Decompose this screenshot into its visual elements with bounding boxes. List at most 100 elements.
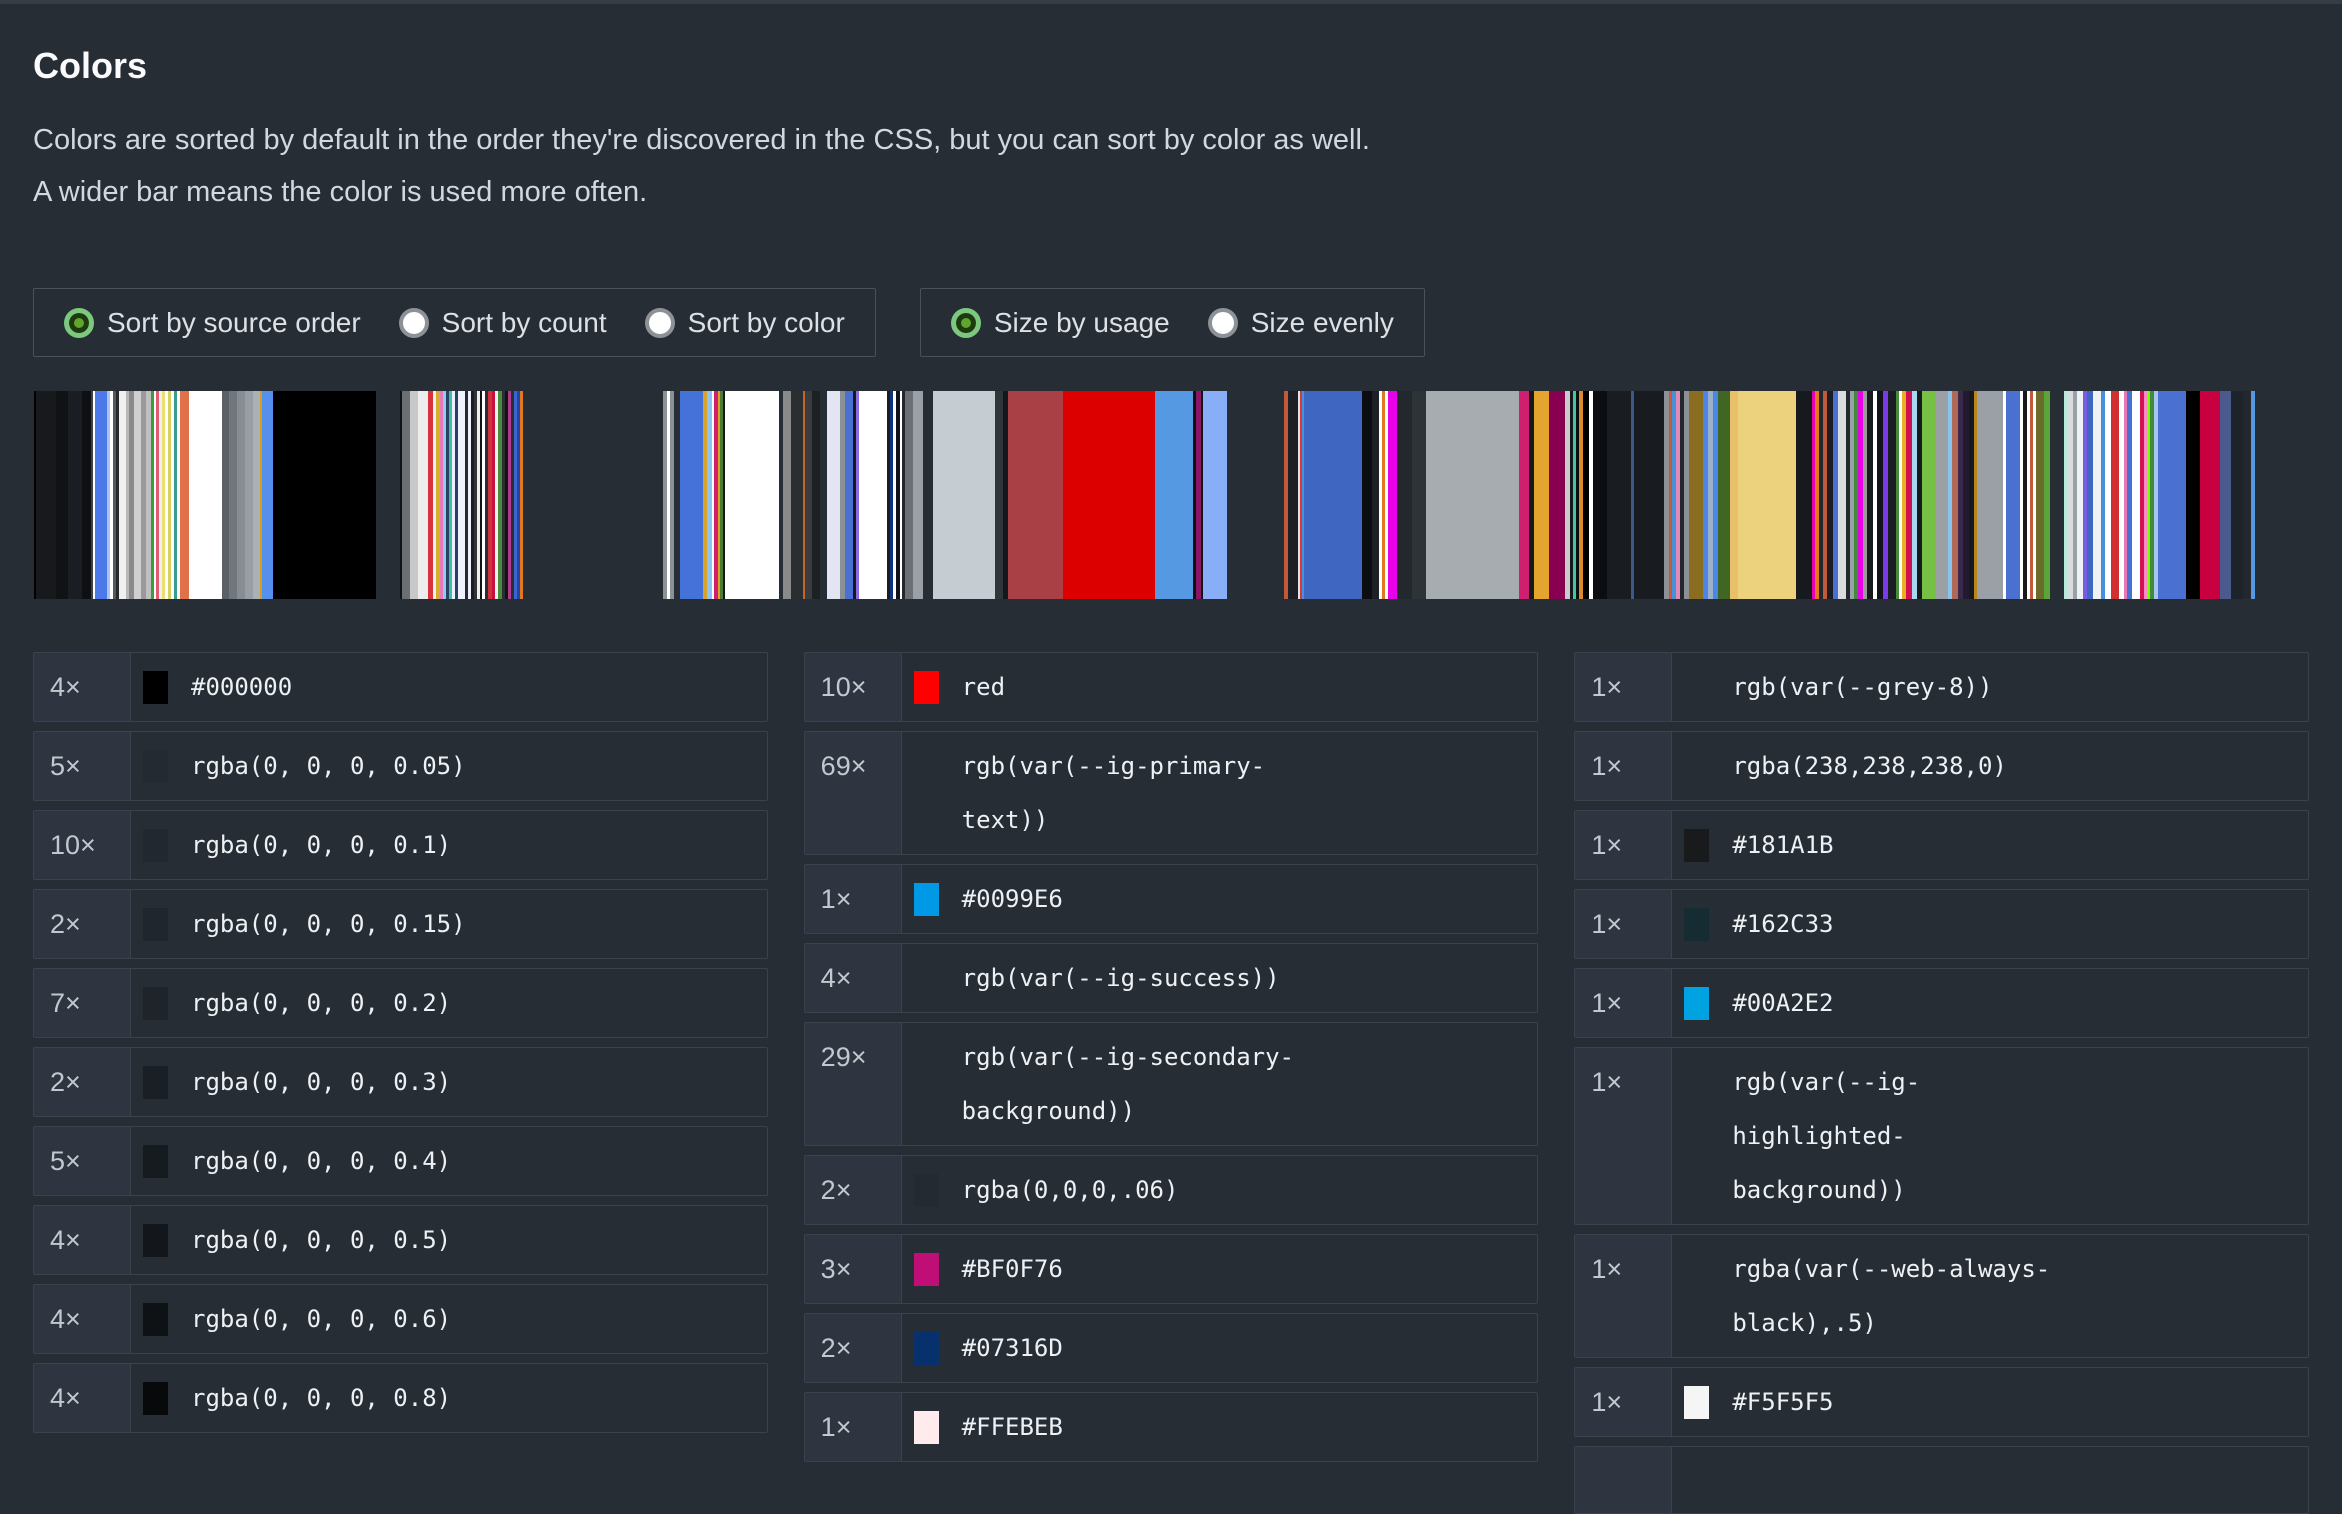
strip-segment[interactable] (2231, 391, 2243, 599)
color-row: 2×#07316D (804, 1313, 1539, 1383)
strip-segment[interactable] (1203, 391, 1227, 599)
radio-size-evenly[interactable]: Size evenly (1208, 307, 1394, 339)
strip-segment[interactable] (189, 391, 222, 599)
strip-segment[interactable] (245, 391, 253, 599)
strip-segment[interactable] (253, 391, 260, 599)
strip-segment[interactable] (2093, 391, 2101, 599)
usage-count: 2× (34, 890, 131, 958)
strip-segment[interactable] (1936, 391, 1948, 599)
strip-segment[interactable] (1304, 391, 1362, 599)
color-value-cell: rgba(238,238,238,0) (1672, 732, 2308, 800)
color-swatch (914, 1253, 939, 1286)
strip-segment[interactable] (1718, 391, 1730, 599)
strip-segment[interactable] (783, 391, 791, 599)
color-swatch (1684, 1386, 1709, 1419)
color-swatch (143, 750, 168, 783)
strip-segment[interactable] (905, 391, 913, 599)
strip-segment[interactable] (229, 391, 237, 599)
strip-segment[interactable] (237, 391, 245, 599)
strip-segment[interactable] (36, 391, 56, 599)
color-swatch (1684, 1253, 1709, 1286)
radio-sort-by-count[interactable]: Sort by count (399, 307, 607, 339)
strip-segment[interactable] (2220, 391, 2231, 599)
radio-label: Sort by color (688, 307, 845, 339)
radio-size-by-usage[interactable]: Size by usage (951, 307, 1170, 339)
strip-segment[interactable] (1534, 391, 1549, 599)
strip-segment[interactable] (1730, 391, 1738, 599)
strip-segment[interactable] (2006, 391, 2020, 599)
strip-segment[interactable] (1063, 391, 1155, 599)
strip-segment[interactable] (2186, 391, 2200, 599)
strip-segment[interactable] (2200, 391, 2220, 599)
strip-segment[interactable] (1362, 391, 1372, 599)
radio-unselected-icon[interactable] (645, 308, 675, 338)
strip-segment[interactable] (1519, 391, 1529, 599)
strip-segment[interactable] (1288, 391, 1298, 599)
color-row: 4×#000000 (33, 652, 768, 722)
strip-segment[interactable] (805, 391, 812, 599)
strip-segment[interactable] (56, 391, 68, 599)
strip-segment[interactable] (68, 391, 82, 599)
usage-count: 1× (1575, 1235, 1672, 1357)
strip-segment[interactable] (2132, 391, 2140, 599)
strip-segment[interactable] (1922, 391, 1936, 599)
radio-selected-icon[interactable] (951, 308, 981, 338)
strip-segment[interactable] (180, 391, 189, 599)
strip-segment[interactable] (1008, 391, 1063, 599)
color-value: rgba(0, 0, 0, 0.5) (191, 1213, 451, 1267)
radio-unselected-icon[interactable] (399, 308, 429, 338)
strip-segment[interactable] (1372, 391, 1379, 599)
color-swatch (143, 671, 168, 704)
strip-segment[interactable] (1738, 391, 1796, 599)
color-value-cell: #F5F5F5 (1672, 1368, 2308, 1436)
strip-segment[interactable] (2036, 391, 2044, 599)
strip-segment[interactable] (2158, 391, 2186, 599)
strip-segment[interactable] (1634, 391, 1664, 599)
strip-segment[interactable] (82, 391, 91, 599)
strip-segment[interactable] (1838, 391, 1846, 599)
strip-segment[interactable] (458, 391, 465, 599)
strip-segment[interactable] (2243, 391, 2251, 599)
strip-segment[interactable] (418, 391, 428, 599)
radio-sort-by-source-order[interactable]: Sort by source order (64, 307, 361, 339)
strip-segment[interactable] (1388, 391, 1397, 599)
color-value-cell: #0099E6 (902, 865, 1538, 933)
color-value-cell: rgb(var(--ig-success)) (902, 944, 1538, 1012)
radio-sort-by-color[interactable]: Sort by color (645, 307, 845, 339)
strip-segment[interactable] (827, 391, 840, 599)
strip-segment[interactable] (680, 391, 703, 599)
strip-segment[interactable] (1412, 391, 1426, 599)
strip-segment[interactable] (410, 391, 418, 599)
strip-segment[interactable] (1426, 391, 1519, 599)
strip-segment[interactable] (222, 391, 229, 599)
radio-unselected-icon[interactable] (1208, 308, 1238, 338)
strip-segment[interactable] (2111, 391, 2119, 599)
strip-segment[interactable] (1977, 391, 2003, 599)
strip-segment[interactable] (402, 391, 410, 599)
strip-segment[interactable] (1155, 391, 1193, 599)
strip-segment[interactable] (933, 391, 995, 599)
strip-segment[interactable] (1397, 391, 1412, 599)
strip-segment[interactable] (995, 391, 1003, 599)
strip-segment[interactable] (791, 391, 803, 599)
strip-segment[interactable] (95, 391, 107, 599)
color-row: 1×#FFEBEB (804, 1392, 1539, 1462)
strip-segment[interactable] (1689, 391, 1703, 599)
strip-segment[interactable] (119, 391, 126, 599)
radio-selected-icon[interactable] (64, 308, 94, 338)
strip-segment[interactable] (1549, 391, 1565, 599)
strip-segment[interactable] (2251, 391, 2255, 599)
strip-segment[interactable] (1593, 391, 1607, 599)
strip-segment[interactable] (1796, 391, 1812, 599)
strip-segment[interactable] (845, 391, 853, 599)
strip-segment[interactable] (859, 391, 887, 599)
strip-segment[interactable] (1607, 391, 1631, 599)
strip-segment[interactable] (134, 391, 141, 599)
strip-segment[interactable] (1888, 391, 1896, 599)
strip-segment[interactable] (273, 391, 376, 599)
strip-segment[interactable] (725, 391, 779, 599)
color-row: 10×red (804, 652, 1539, 722)
strip-segment[interactable] (262, 391, 273, 599)
strip-segment[interactable] (812, 391, 820, 599)
strip-segment[interactable] (913, 391, 923, 599)
